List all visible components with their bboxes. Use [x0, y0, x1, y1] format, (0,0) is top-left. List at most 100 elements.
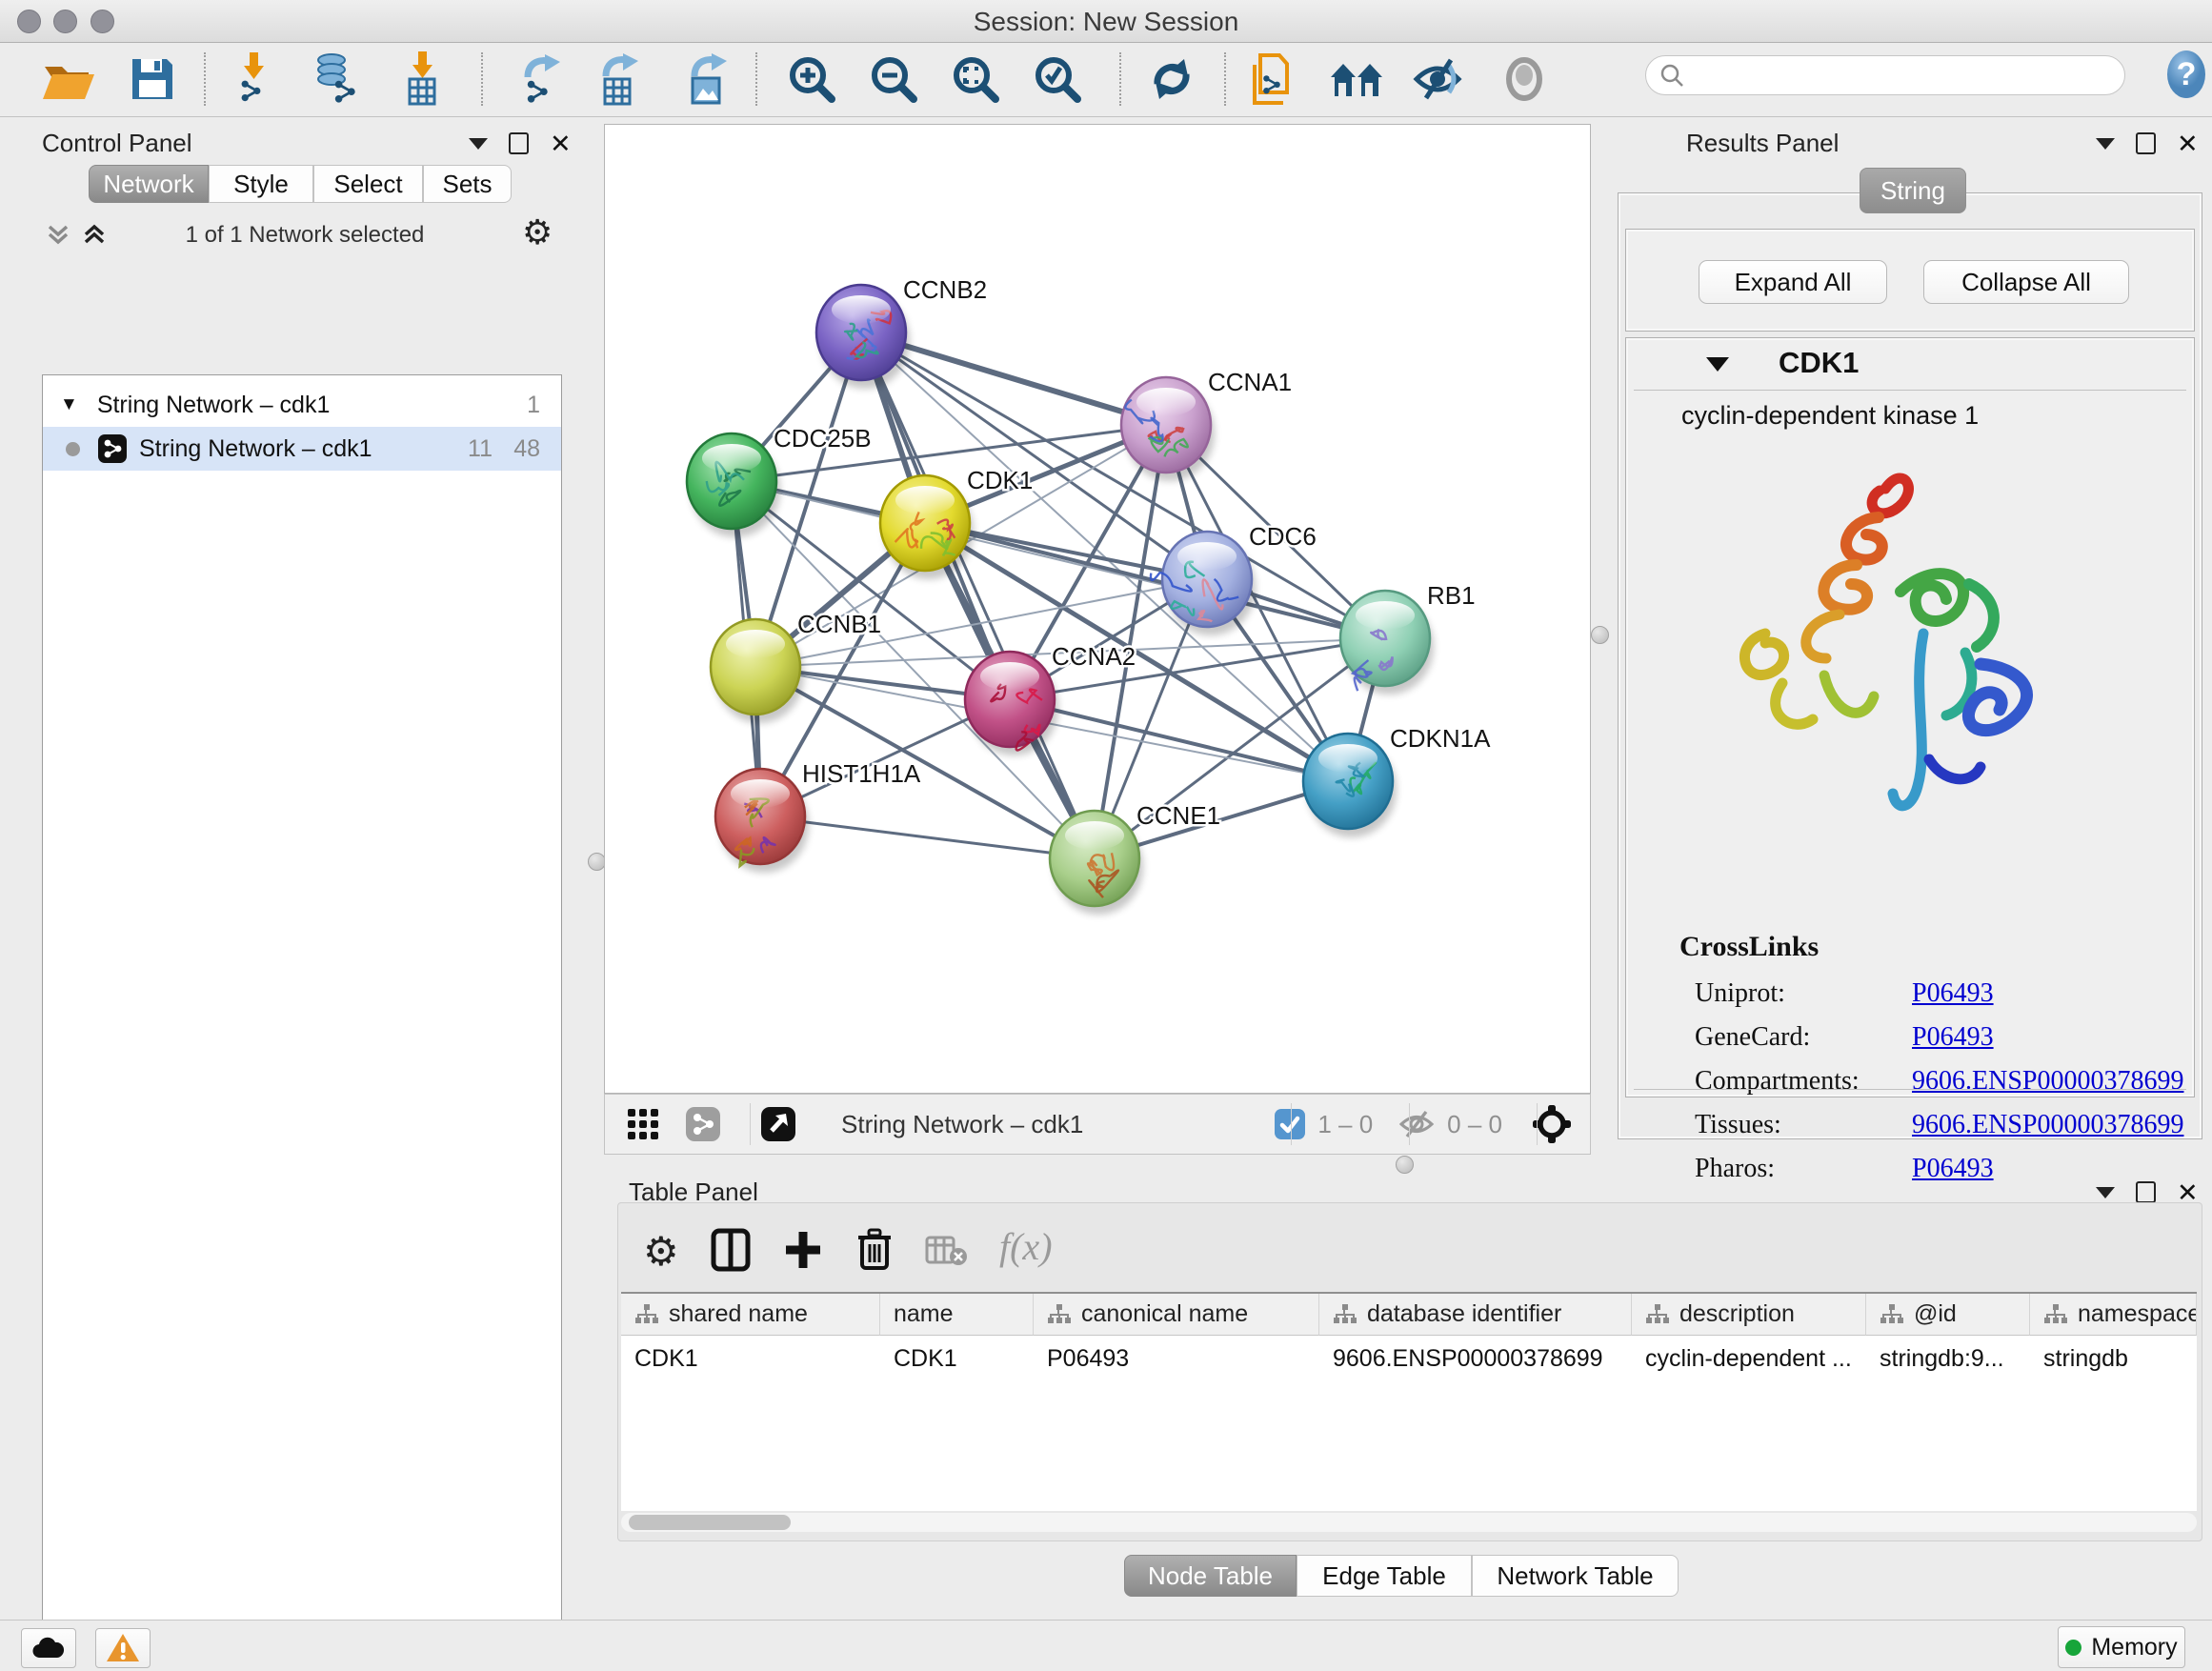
function-builder-icon[interactable]: f(x) [999, 1224, 1053, 1269]
export-table-button[interactable] [589, 50, 650, 108]
grid-view-icon[interactable] [626, 1107, 660, 1141]
table-panel-menu-icon[interactable] [2096, 1187, 2115, 1198]
results-panel-title: Results Panel [1686, 129, 1839, 158]
table-panel-float-icon[interactable] [2136, 1181, 2156, 1203]
tab-style[interactable]: Style [209, 165, 313, 203]
tab-select[interactable]: Select [313, 165, 423, 203]
delete-table-icon[interactable] [925, 1234, 969, 1268]
crosslink-link[interactable]: 9606.ENSP00000378699 [1912, 1066, 2183, 1097]
export-table-icon [596, 51, 642, 107]
crosslink-link[interactable]: P06493 [1912, 978, 1994, 1009]
delete-column-trash-icon[interactable] [855, 1226, 895, 1272]
zoom-in-button[interactable] [781, 50, 842, 108]
network-canvas[interactable]: CCNB2CCNA1CDC25BCDK1CDC6RB1CCNB1CCNA2CDK… [604, 124, 1591, 1094]
network-row-selected[interactable]: String Network – cdk1 11 48 [43, 427, 561, 471]
collection-expander-icon[interactable]: ▼ [60, 394, 78, 415]
expand-all-networks-icon[interactable] [80, 220, 109, 249]
help-button[interactable]: ? [2161, 49, 2212, 100]
tab-network[interactable]: Network [89, 165, 209, 203]
network-node-ccne1[interactable] [1050, 811, 1143, 915]
tab-node-table[interactable]: Node Table [1124, 1555, 1297, 1597]
results-panel-menu-icon[interactable] [2096, 138, 2115, 150]
expand-all-button[interactable]: Expand All [1699, 260, 1887, 304]
network-graph[interactable]: CCNB2CCNA1CDC25BCDK1CDC6RB1CCNB1CCNA2CDK… [605, 125, 1590, 1093]
zoom-fit-button[interactable] [945, 50, 1006, 108]
import-table-button[interactable] [392, 50, 452, 108]
crosslink-link[interactable]: 9606.ENSP00000378699 [1912, 1110, 2183, 1140]
table-cell[interactable]: 9606.ENSP00000378699 [1319, 1337, 1632, 1380]
export-network-button[interactable] [511, 50, 572, 108]
memory-button[interactable]: Memory [2058, 1626, 2185, 1668]
refresh-layout-button[interactable] [1141, 50, 1202, 108]
add-column-icon[interactable] [782, 1228, 824, 1272]
results-panel-close-icon[interactable]: ✕ [2177, 134, 2199, 153]
clone-network-button[interactable] [1241, 50, 1302, 108]
network-node-ccna2[interactable] [965, 652, 1058, 755]
control-panel-close-icon[interactable]: ✕ [550, 134, 572, 153]
import-network-file-button[interactable] [223, 50, 284, 108]
collapse-all-networks-icon[interactable] [44, 220, 72, 249]
network-node-cdc6[interactable] [1151, 532, 1256, 635]
hide-selected-button[interactable] [1408, 50, 1469, 108]
open-session-button[interactable] [38, 50, 99, 108]
show-hide-graphics-details-button[interactable] [1327, 50, 1388, 108]
table-cell[interactable]: CDK1 [880, 1337, 1034, 1380]
network-node-cdk1[interactable] [880, 475, 974, 579]
control-panel-float-icon[interactable] [509, 132, 529, 154]
table-panel-close-icon[interactable]: ✕ [2177, 1183, 2199, 1202]
node-label: CCNA1 [1208, 368, 1292, 396]
right-splitter[interactable] [1591, 124, 1608, 1172]
tab-string[interactable]: String [1860, 168, 1966, 213]
control-panel-menu-icon[interactable] [469, 138, 488, 150]
column-header-database-identifier[interactable]: database identifier [1319, 1294, 1632, 1336]
tab-edge-table[interactable]: Edge Table [1297, 1555, 1472, 1597]
network-node-cdc25b[interactable] [687, 433, 780, 537]
main-toolbar: ? [0, 43, 2212, 117]
table-cell[interactable]: cyclin-dependent ... [1632, 1337, 1866, 1380]
table-scrollbar-thumb[interactable] [629, 1515, 791, 1530]
tab-network-table[interactable]: Network Table [1472, 1555, 1679, 1597]
search-input[interactable] [1684, 61, 2088, 90]
warning-button[interactable] [95, 1628, 151, 1668]
cloud-button[interactable] [21, 1628, 76, 1668]
network-edge[interactable] [760, 816, 1095, 858]
column-header-name[interactable]: name [880, 1294, 1034, 1336]
search-field[interactable] [1645, 55, 2125, 95]
table-cell[interactable]: stringdb [2030, 1337, 2197, 1380]
show-columns-icon[interactable] [710, 1228, 752, 1272]
column-header-description[interactable]: description [1632, 1294, 1866, 1336]
results-panel-float-icon[interactable] [2136, 132, 2156, 154]
column-header-canonical-name[interactable]: canonical name [1034, 1294, 1319, 1336]
table-settings-gear-icon[interactable]: ⚙ [643, 1228, 679, 1275]
left-splitter[interactable] [589, 124, 604, 1620]
column-header--id[interactable]: @id [1866, 1294, 2030, 1336]
table-cell[interactable]: stringdb:9... [1866, 1337, 2030, 1380]
collapse-all-button[interactable]: Collapse All [1923, 260, 2129, 304]
network-node-rb1[interactable] [1340, 591, 1434, 695]
tab-sets[interactable]: Sets [423, 165, 512, 203]
table-horizontal-scrollbar[interactable] [621, 1513, 2197, 1532]
table-cell[interactable]: CDK1 [621, 1337, 880, 1380]
crosslink-link[interactable]: P06493 [1912, 1022, 1994, 1053]
help-icon: ? [2161, 49, 2212, 100]
network-node-ccna1[interactable] [1121, 377, 1215, 481]
table-cell[interactable]: P06493 [1034, 1337, 1319, 1380]
open-in-window-icon[interactable] [759, 1105, 797, 1143]
zoom-out-button[interactable] [863, 50, 924, 108]
column-header-namespace[interactable]: namespace [2030, 1294, 2197, 1336]
protein-card-expander-icon[interactable] [1706, 357, 1729, 372]
network-badge-icon[interactable] [685, 1106, 721, 1142]
zoom-selected-button[interactable] [1027, 50, 1088, 108]
right-splitter-handle[interactable] [1591, 626, 1609, 644]
network-node-cdkn1a[interactable] [1303, 734, 1397, 837]
column-header-shared-name[interactable]: shared name [621, 1294, 880, 1336]
network-collection-row[interactable]: ▼ String Network – cdk1 1 [43, 383, 561, 427]
export-image-button[interactable] [677, 50, 738, 108]
network-node-ccnb2[interactable] [816, 285, 910, 389]
network-node-ccnb1[interactable] [711, 619, 804, 723]
save-session-button[interactable] [122, 50, 183, 108]
network-options-gear-icon[interactable]: ⚙ [522, 212, 553, 252]
network-node-hist1h1a[interactable] [715, 769, 809, 873]
birdseye-view-button[interactable] [1494, 50, 1555, 108]
import-network-database-button[interactable] [307, 50, 368, 108]
